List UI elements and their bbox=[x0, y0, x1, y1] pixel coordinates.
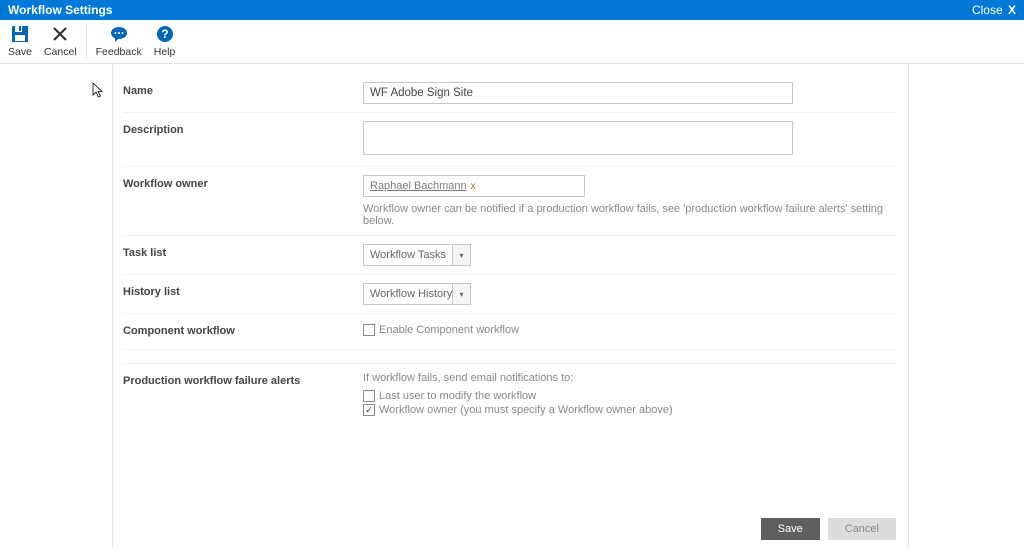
help-icon: ? bbox=[155, 24, 175, 44]
name-input[interactable] bbox=[363, 82, 793, 104]
description-label: Description bbox=[123, 121, 363, 136]
svg-text:?: ? bbox=[161, 27, 168, 41]
owner-person-link[interactable]: Raphael Bachmann bbox=[370, 180, 467, 192]
alerts-owner-label: Workflow owner (you must specify a Workf… bbox=[379, 404, 673, 416]
owner-people-picker[interactable]: Raphael Bachmann x bbox=[363, 175, 585, 197]
component-checkbox[interactable] bbox=[363, 324, 375, 336]
name-label: Name bbox=[123, 82, 363, 97]
tasklist-label: Task list bbox=[123, 244, 363, 259]
alerts-lastuser-label: Last user to modify the workflow bbox=[379, 390, 536, 402]
chevron-down-icon: ▾ bbox=[452, 245, 470, 265]
close-x-icon: X bbox=[1005, 3, 1016, 17]
save-icon bbox=[10, 24, 30, 44]
feedback-icon bbox=[109, 24, 129, 44]
alerts-intro: If workflow fails, send email notificati… bbox=[363, 372, 898, 384]
settings-panel: Name Description Workflow owner Raphael … bbox=[112, 64, 909, 548]
ribbon-separator bbox=[86, 24, 87, 59]
component-checkbox-label: Enable Component workflow bbox=[379, 324, 519, 336]
ribbon-save-button[interactable]: Save bbox=[2, 20, 38, 63]
cancel-icon bbox=[50, 24, 70, 44]
window-title: Workflow Settings bbox=[8, 0, 112, 20]
alerts-owner-checkbox[interactable]: ✓ bbox=[363, 404, 375, 416]
close-button[interactable]: Close X bbox=[972, 0, 1016, 20]
save-button[interactable]: Save bbox=[761, 518, 820, 540]
mouse-cursor-icon bbox=[92, 82, 104, 100]
chevron-down-icon: ▾ bbox=[452, 284, 470, 304]
ribbon-help-button[interactable]: ? Help bbox=[148, 20, 182, 63]
ribbon-toolbar: Save Cancel Feedback ? Help bbox=[0, 20, 1024, 64]
section-divider bbox=[123, 349, 898, 363]
tasklist-select[interactable]: Workflow Tasks ▾ bbox=[363, 244, 471, 266]
cancel-button[interactable]: Cancel bbox=[828, 518, 896, 540]
alerts-label: Production workflow failure alerts bbox=[123, 372, 363, 387]
left-gutter bbox=[0, 64, 112, 548]
alerts-lastuser-checkbox[interactable] bbox=[363, 390, 375, 402]
description-textarea[interactable] bbox=[363, 121, 793, 155]
footer-actions: Save Cancel bbox=[761, 518, 896, 540]
owner-label: Workflow owner bbox=[123, 175, 363, 190]
titlebar: Workflow Settings Close X bbox=[0, 0, 1024, 20]
ribbon-cancel-button[interactable]: Cancel bbox=[38, 20, 83, 63]
ribbon-feedback-button[interactable]: Feedback bbox=[90, 20, 148, 63]
owner-remove-icon[interactable]: x bbox=[471, 181, 476, 192]
component-label: Component workflow bbox=[123, 322, 363, 337]
owner-hint: Workflow owner can be notified if a prod… bbox=[363, 203, 898, 227]
historylist-label: History list bbox=[123, 283, 363, 298]
historylist-select[interactable]: Workflow History ▾ bbox=[363, 283, 471, 305]
